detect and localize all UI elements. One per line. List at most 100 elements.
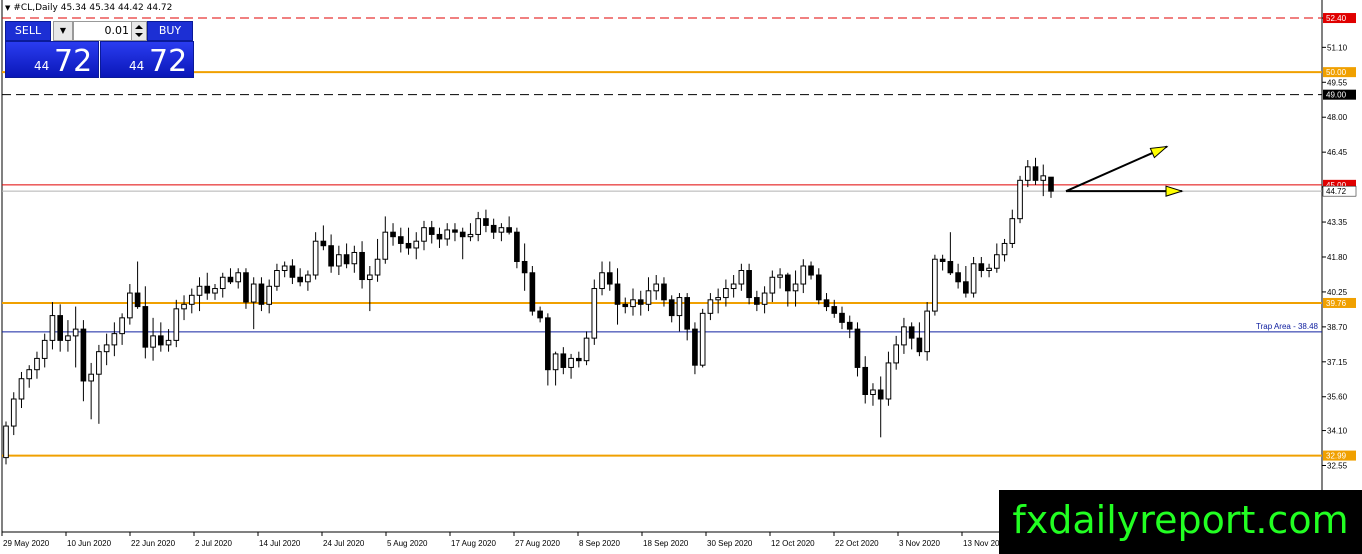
candle-50[interactable] [390,223,396,246]
candle-99[interactable] [769,270,776,303]
candle-2[interactable] [18,371,25,409]
candle-77[interactable] [599,261,605,296]
candle-47[interactable] [366,266,373,312]
candle-14[interactable] [111,322,118,357]
candle-3[interactable] [26,365,33,388]
candle-48[interactable] [374,238,381,282]
candle-112[interactable] [870,383,876,406]
candle-105[interactable] [815,268,822,305]
candle-58[interactable] [452,223,458,242]
candle-24[interactable] [188,288,195,314]
candle-19[interactable] [150,317,156,361]
candle-57[interactable] [444,223,451,246]
candle-61[interactable] [475,211,482,242]
candle-96[interactable] [746,263,752,305]
candle-103[interactable] [800,259,807,294]
candle-21[interactable] [165,329,172,352]
candle-94[interactable] [730,275,737,298]
candle-74[interactable] [575,351,582,368]
candle-65[interactable] [506,216,512,235]
candle-12[interactable] [96,344,102,424]
candle-130[interactable] [1009,209,1016,248]
candle-39[interactable] [305,270,311,291]
candle-29[interactable] [227,268,234,285]
candle-87[interactable] [676,293,683,332]
candle-30[interactable] [235,268,242,289]
candle-5[interactable] [41,333,48,368]
candle-100[interactable] [777,268,783,289]
candle-68[interactable] [529,266,536,316]
candle-66[interactable] [514,227,520,269]
candle-75[interactable] [583,331,590,366]
candle-128[interactable] [993,243,1000,273]
candle-17[interactable] [134,261,141,309]
candle-63[interactable] [490,218,497,239]
candle-123[interactable] [955,263,961,289]
candle-20[interactable] [157,322,164,352]
candle-6[interactable] [49,302,56,350]
candle-81[interactable] [630,288,636,316]
candle-7[interactable] [57,304,64,352]
candle-73[interactable] [568,353,574,379]
candle-26[interactable] [204,272,211,300]
candle-0[interactable] [3,421,9,465]
lot-size-input[interactable]: 0.01 [73,21,133,41]
candle-34[interactable] [266,279,273,314]
buy-price-button[interactable]: 44 72 [100,41,194,79]
candle-51[interactable] [397,227,404,253]
candle-97[interactable] [754,290,760,312]
candle-69[interactable] [537,306,543,323]
candle-18[interactable] [142,286,149,359]
candle-125[interactable] [970,256,977,298]
price-chart[interactable]: Trap Area - 38.48 52.40 51.10 49.55 48.00 46… [0,0,1362,554]
sell-button[interactable]: SELL [5,21,51,41]
candle-59[interactable] [459,227,466,260]
candle-122[interactable] [947,232,954,276]
candle-89[interactable] [692,322,698,375]
candle-56[interactable] [436,227,443,248]
candle-9[interactable] [72,306,79,368]
candle-46[interactable] [359,241,365,289]
candle-8[interactable] [65,320,71,352]
candle-43[interactable] [336,245,342,276]
candle-114[interactable] [885,351,892,406]
candle-111[interactable] [862,356,869,404]
candle-108[interactable] [839,306,845,330]
candle-53[interactable] [413,232,420,260]
collapse-triangle-icon[interactable]: ▼ [5,4,10,12]
candle-129[interactable] [1001,238,1008,262]
candle-60[interactable] [467,223,474,242]
candle-115[interactable] [893,335,900,370]
candle-55[interactable] [428,220,435,244]
candle-38[interactable] [297,268,303,287]
candle-110[interactable] [854,322,861,377]
candle-45[interactable] [351,245,358,273]
candle-80[interactable] [622,297,629,314]
candle-79[interactable] [614,268,621,325]
candle-13[interactable] [103,333,110,366]
sell-price-button[interactable]: 44 72 [5,41,99,79]
candle-23[interactable] [181,295,187,321]
candle-11[interactable] [88,362,94,420]
candle-106[interactable] [823,293,830,312]
candle-104[interactable] [808,261,814,280]
candle-102[interactable] [792,270,799,307]
candle-36[interactable] [281,261,288,278]
candle-119[interactable] [924,302,930,361]
candle-121[interactable] [939,254,946,271]
candle-4[interactable] [34,351,40,379]
candle-16[interactable] [127,284,133,325]
candle-92[interactable] [715,288,721,314]
candle-62[interactable] [483,209,489,233]
candle-127[interactable] [986,263,992,278]
candle-118[interactable] [916,322,923,357]
candle-133[interactable] [1032,157,1039,185]
candle-116[interactable] [901,317,907,354]
candle-52[interactable] [405,227,412,255]
candle-135[interactable] [1048,176,1054,198]
candle-70[interactable] [545,313,551,386]
candle-22[interactable] [173,299,180,348]
candle-113[interactable] [877,376,884,438]
candle-84[interactable] [653,275,660,300]
candle-35[interactable] [274,263,280,291]
